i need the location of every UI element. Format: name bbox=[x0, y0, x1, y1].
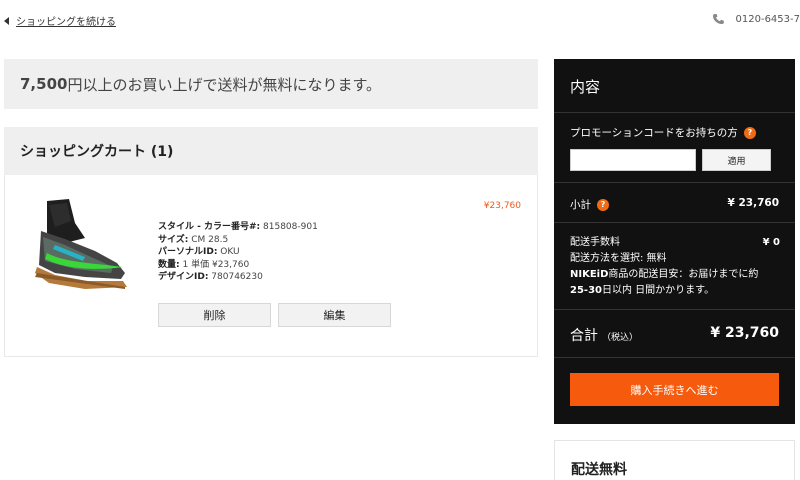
divider bbox=[554, 309, 795, 310]
cart-title-text: ショッピングカート (1) bbox=[20, 144, 174, 160]
continue-shopping-link[interactable]: ショッピングを続ける bbox=[4, 13, 116, 28]
shipping-fee-row: 配送手数料 ¥ 0 bbox=[570, 235, 780, 251]
style-value: 815808-901 bbox=[263, 222, 318, 232]
cart-title: ショッピングカート (1) bbox=[4, 127, 538, 175]
personal-id-row: パーソナルID: OKU bbox=[158, 246, 318, 259]
free-shipping-box: 配送無料 bbox=[554, 440, 795, 480]
divider bbox=[554, 222, 795, 223]
delivery-days-text: 日以内 日間かかります。 bbox=[601, 285, 715, 296]
banner-text: 円以上のお買い上げで送料が無料になります。 bbox=[67, 75, 381, 94]
divider bbox=[554, 182, 795, 183]
shipping-fee-value: ¥ 0 bbox=[762, 237, 780, 248]
phone-number: 0120-6453-7 bbox=[735, 13, 800, 25]
promo-code-input[interactable] bbox=[570, 149, 696, 171]
subtotal-label: 小計 ? bbox=[570, 197, 609, 212]
edit-button[interactable]: 編集 bbox=[278, 303, 391, 327]
continue-shopping-label: ショッピングを続ける bbox=[16, 17, 116, 28]
promo-code-label: プロモーションコードをお持ちの方 ? bbox=[570, 125, 756, 140]
personal-id-label: パーソナルID: bbox=[158, 247, 218, 257]
total-label: 合計 （税込） bbox=[570, 325, 638, 345]
tax-label: （税込） bbox=[602, 333, 639, 343]
size-label: サイズ: bbox=[158, 234, 189, 245]
help-icon[interactable]: ? bbox=[743, 126, 756, 139]
free-shipping-banner: 7,500 円以上のお買い上げで送料が無料になります。 bbox=[4, 59, 538, 109]
shipping-method: 配送方法を選択: 無料 bbox=[570, 253, 667, 264]
delivery-days: 25-30日以内 日間かかります。 bbox=[570, 283, 780, 299]
quantity-row: 数量: 1 単価 ¥23,760 bbox=[158, 259, 318, 272]
order-summary: 内容 プロモーションコードをお持ちの方 ? 適用 小計 ? ¥ 23,760 配… bbox=[554, 59, 795, 424]
size-value: CM 28.5 bbox=[191, 234, 229, 245]
shipping-info: 配送手数料 ¥ 0 配送方法を選択: 無料 NIKEiD商品の配送目安：お届けま… bbox=[570, 235, 780, 299]
apply-button[interactable]: 適用 bbox=[702, 149, 771, 171]
unit-price-value: ¥23,760 bbox=[211, 259, 250, 270]
chevron-left-icon bbox=[4, 16, 9, 25]
delivery-days-value: 25-30 bbox=[570, 285, 602, 296]
style-label: スタイル - カラー番号#: bbox=[158, 222, 261, 232]
shipping-fee-label: 配送手数料 bbox=[570, 237, 620, 248]
delivery-estimate: NIKEiD商品の配送目安：お届けまでに約 bbox=[570, 267, 780, 283]
promo-code-label-text: プロモーションコードをお持ちの方 bbox=[570, 127, 738, 139]
divider bbox=[554, 357, 795, 358]
nikeid-label: NIKEiD bbox=[570, 269, 609, 280]
help-icon[interactable]: ? bbox=[597, 198, 609, 211]
quantity-value: 1 bbox=[182, 259, 189, 270]
divider bbox=[554, 112, 795, 113]
personal-id-value: OKU bbox=[220, 247, 240, 257]
banner-amount: 7,500 bbox=[20, 75, 68, 93]
phone-contact: 0120-6453-7 bbox=[712, 13, 800, 25]
design-id-row: デザインID: 780746230 bbox=[158, 271, 318, 284]
item-price: ¥23,760 bbox=[483, 201, 521, 211]
phone-icon bbox=[712, 14, 724, 24]
style-row: スタイル - カラー番号#: 815808-901 bbox=[158, 221, 318, 234]
quantity-label: 数量: bbox=[158, 259, 180, 270]
summary-title: 内容 bbox=[570, 78, 601, 96]
size-row: サイズ: CM 28.5 bbox=[158, 234, 318, 247]
total-label-text: 合計 bbox=[570, 328, 598, 344]
design-id-label: デザインID: bbox=[158, 272, 209, 282]
unit-price-label: 単価 bbox=[191, 259, 210, 270]
cart-item: ¥23,760 スタイル - カラー番号#: 815808-901 サイズ: C… bbox=[4, 175, 538, 357]
delivery-estimate-text: 商品の配送目安：お届けまでに約 bbox=[608, 269, 759, 280]
total-value: ¥ 23,760 bbox=[710, 325, 779, 341]
item-details: スタイル - カラー番号#: 815808-901 サイズ: CM 28.5 パ… bbox=[158, 221, 318, 284]
subtotal-value: ¥ 23,760 bbox=[727, 197, 779, 209]
delete-button[interactable]: 削除 bbox=[158, 303, 271, 327]
free-shipping-title: 配送無料 bbox=[571, 462, 627, 478]
design-id-value: 780746230 bbox=[211, 272, 263, 282]
product-image[interactable] bbox=[25, 193, 133, 293]
subtotal-label-text: 小計 bbox=[570, 199, 591, 211]
checkout-button[interactable]: 購入手続きへ進む bbox=[570, 373, 779, 406]
